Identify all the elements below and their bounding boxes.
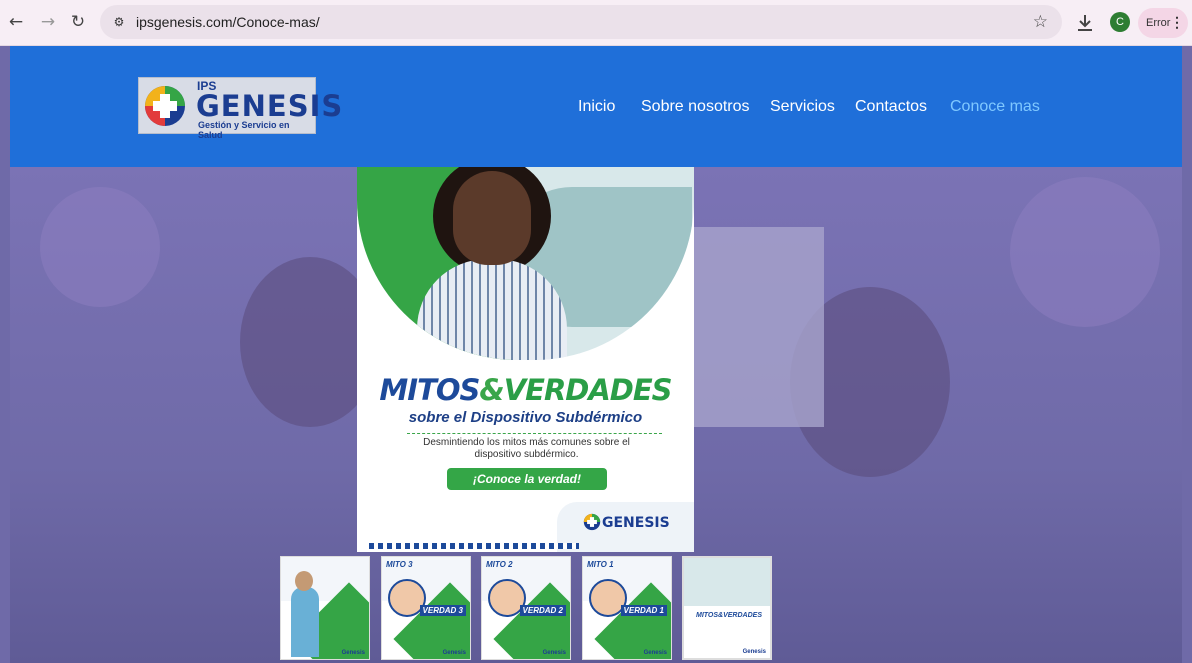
bookmark-star-icon[interactable]: ☆	[1033, 12, 1048, 32]
nav-contactos[interactable]: Contactos	[855, 98, 927, 116]
main-flyer-image[interactable]: MITOS&VERDADES sobre el Dispositivo Subd…	[357, 167, 694, 552]
thumbnail-4[interactable]: MITO 1 VERDAD 1 Genesis	[582, 556, 672, 660]
address-bar[interactable]: ⚙ ipsgenesis.com/Conoce-mas/ ☆	[100, 5, 1062, 39]
nav-inicio[interactable]: Inicio	[578, 98, 615, 116]
nav-sobre-nosotros[interactable]: Sobre nosotros	[641, 98, 750, 116]
divider	[407, 433, 662, 434]
flyer-logo: GENESIS	[602, 515, 670, 531]
error-label: Error	[1146, 17, 1171, 29]
nav-servicios[interactable]: Servicios	[770, 98, 835, 116]
thumb-title: MITOS&VERDADES	[696, 612, 762, 619]
thumb-mito-label: MITO 1	[587, 560, 614, 569]
flyer-title: MITOS&VERDADES	[379, 373, 672, 407]
site-logo[interactable]: IPS GENESIS Gestión y Servicio en Salud	[138, 77, 342, 140]
cross-logo-icon	[145, 86, 185, 126]
flyer-description: Desmintiendo los mitos más comunes sobre…	[423, 437, 630, 460]
flyer-photo	[357, 167, 694, 360]
thumb-logo: Genesis	[442, 650, 466, 656]
site-info-icon[interactable]: ⚙	[111, 14, 127, 30]
flyer-border-pattern	[369, 543, 579, 549]
browser-toolbar: ← → ↻ ⚙ ipsgenesis.com/Conoce-mas/ ☆ C E…	[0, 0, 1192, 46]
conoce-verdad-button: ¡Conoce la verdad!	[447, 468, 607, 490]
thumb-logo: Genesis	[542, 650, 566, 656]
webpage: IPS GENESIS Gestión y Servicio en Salud …	[10, 46, 1182, 663]
thumb-verdad-label: VERDAD 1	[620, 605, 667, 616]
thumb-verdad-label: VERDAD 2	[519, 605, 566, 616]
thumb-logo: Genesis	[341, 650, 365, 656]
woman-photo	[453, 171, 531, 265]
bg-diabetes-board	[694, 227, 824, 427]
thumbnail-3[interactable]: MITO 2 VERDAD 2 Genesis	[481, 556, 571, 660]
download-icon[interactable]	[1073, 11, 1097, 35]
profile-avatar[interactable]: C	[1110, 12, 1130, 32]
logo-name: GENESIS	[196, 89, 344, 123]
thumbnail-2[interactable]: MITO 3 VERDAD 3 Genesis	[381, 556, 471, 660]
thumbnail-1[interactable]: Genesis	[280, 556, 370, 660]
url-text[interactable]: ipsgenesis.com/Conoce-mas/	[136, 14, 320, 30]
thumb-logo: Genesis	[742, 649, 766, 655]
thumbnail-5-active[interactable]: MITOS&VERDADES Genesis	[682, 556, 772, 660]
thumb-mito-label: MITO 2	[486, 560, 513, 569]
nav-conoce-mas[interactable]: Conoce mas	[950, 98, 1040, 116]
bg-decoration	[40, 187, 160, 307]
thumb-verdad-label: VERDAD 3	[419, 605, 466, 616]
site-header: IPS GENESIS Gestión y Servicio en Salud …	[10, 46, 1182, 167]
thumb-logo: Genesis	[643, 650, 667, 656]
flyer-subtitle: sobre el Dispositivo Subdérmico	[408, 409, 643, 426]
forward-icon[interactable]: →	[36, 10, 60, 34]
error-menu-button[interactable]: Error ⋮	[1138, 8, 1188, 38]
bg-decoration	[1010, 177, 1160, 327]
more-menu-icon: ⋮	[1170, 14, 1184, 30]
back-icon[interactable]: ←	[4, 10, 28, 34]
logo-tagline: Gestión y Servicio en Salud	[198, 120, 290, 140]
reload-icon[interactable]: ↻	[66, 10, 90, 34]
thumb-mito-label: MITO 3	[386, 560, 413, 569]
cross-logo-icon	[583, 513, 601, 531]
